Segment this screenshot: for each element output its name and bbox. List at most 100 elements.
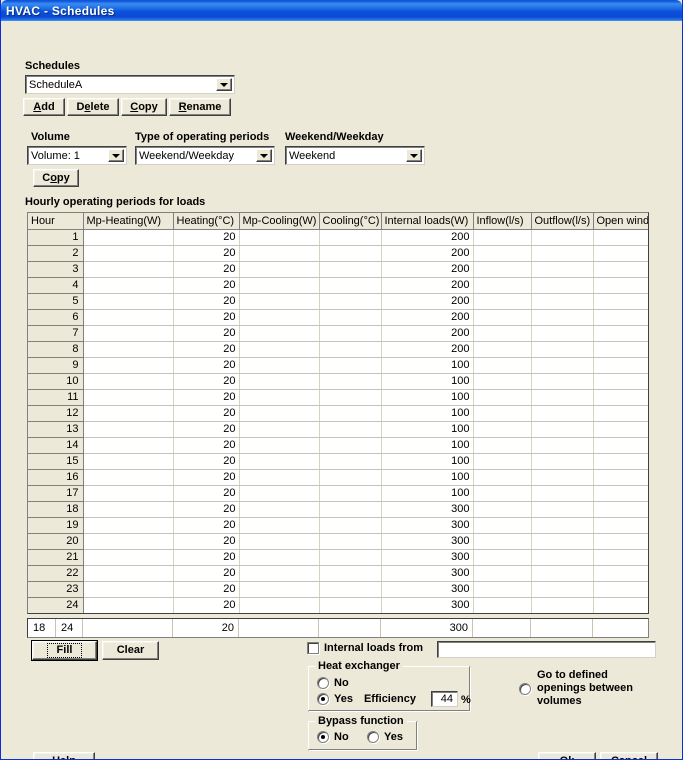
cell-cooling[interactable] [319,485,382,502]
cell-heating[interactable]: 20 [173,581,240,598]
cell-open-window[interactable] [593,437,648,454]
cell-open-window[interactable] [593,389,648,406]
cell-cooling[interactable] [319,357,382,374]
table-row[interactable]: 19 20 300 [28,517,648,534]
cell-outflow[interactable] [531,549,594,566]
cell-outflow[interactable] [531,421,594,438]
cell-inflow[interactable] [473,245,532,262]
copy-schedule-button[interactable]: Copy [121,98,167,116]
cell-inflow[interactable] [473,389,532,406]
cell-mp-cooling[interactable] [239,293,320,310]
table-row[interactable]: 5 20 200 [28,293,648,310]
cell-hour[interactable]: 11 [28,389,84,406]
chevron-down-icon[interactable] [406,149,422,162]
go-to-openings-radio[interactable] [519,682,531,695]
internal-loads-from-checkbox[interactable] [307,642,319,654]
cell-heating[interactable]: 20 [173,453,240,470]
table-row[interactable]: 9 20 100 [28,357,648,374]
cell-internal-loads[interactable]: 200 [381,245,474,262]
table-row[interactable]: 8 20 200 [28,341,648,358]
cell-outflow[interactable] [531,581,594,598]
cell-hour[interactable]: 15 [28,453,84,470]
cell-cooling[interactable] [319,533,382,550]
go-to-openings-option[interactable]: Go to defined openings between volumes [519,669,633,708]
volume-select[interactable]: Volume: 1 [27,146,127,165]
cell-open-window[interactable] [593,245,648,262]
table-row[interactable]: 2 20 200 [28,245,648,262]
cell-hour[interactable]: 21 [28,549,84,566]
table-row[interactable]: 6 20 200 [28,309,648,326]
col-mp-heating[interactable]: Mp-Heating(W) [83,213,174,230]
cell-mp-heating[interactable] [83,389,174,406]
cell-open-window[interactable] [593,549,648,566]
cell-internal-loads[interactable]: 200 [381,341,474,358]
cell-inflow[interactable] [473,453,532,470]
cell-inflow[interactable] [473,549,532,566]
cell-cooling[interactable] [319,277,382,294]
cell-internal-loads[interactable]: 200 [381,261,474,278]
cell-mp-heating[interactable] [83,293,174,310]
cell-hour[interactable]: 19 [28,517,84,534]
cell-internal-loads[interactable]: 200 [381,325,474,342]
window-titlebar[interactable]: HVAC - Schedules [1,0,682,21]
bypass-yes-radio[interactable] [367,731,379,743]
fill-edit-row[interactable]: 18 24 20 300 [27,618,649,638]
cancel-button[interactable]: Cancel [600,752,658,759]
cell-mp-cooling[interactable] [239,421,320,438]
cell-mp-heating[interactable] [83,325,174,342]
cell-inflow[interactable] [473,581,532,598]
cell-outflow[interactable] [531,405,594,422]
cell-cooling[interactable] [319,437,382,454]
table-row[interactable]: 16 20 100 [28,469,648,486]
cell-cooling[interactable] [319,325,382,342]
cell-hour[interactable]: 1 [28,229,84,246]
cell-mp-heating[interactable] [83,485,174,502]
cell-heating[interactable]: 20 [173,421,240,438]
cell-hour[interactable]: 6 [28,309,84,326]
table-row[interactable]: 20 20 300 [28,533,648,550]
cell-mp-cooling[interactable] [239,261,320,278]
cell-mp-heating[interactable] [83,277,174,294]
cell-mp-heating[interactable] [83,533,174,550]
cell-internal-loads[interactable]: 100 [381,389,474,406]
chevron-down-icon[interactable] [108,149,124,162]
cell-cooling[interactable] [319,421,382,438]
cell-mp-cooling[interactable] [239,325,320,342]
col-open-window[interactable]: Open window(%) [593,213,648,230]
cell-outflow[interactable] [531,533,594,550]
cell-outflow[interactable] [531,341,594,358]
cell-mp-cooling[interactable] [239,533,320,550]
cell-inflow[interactable] [473,373,532,390]
table-row[interactable]: 14 20 100 [28,437,648,454]
cell-outflow[interactable] [531,517,594,534]
heat-exchanger-no-radio[interactable] [317,677,329,689]
cell-heating[interactable]: 20 [173,597,240,613]
cell-mp-cooling[interactable] [239,405,320,422]
cell-internal-loads[interactable]: 100 [381,421,474,438]
cell-inflow[interactable] [473,357,532,374]
cell-outflow[interactable] [531,453,594,470]
cell-mp-cooling[interactable] [239,341,320,358]
cell-internal-loads[interactable]: 100 [381,405,474,422]
cell-mp-heating[interactable] [83,501,174,518]
cell-hour[interactable]: 5 [28,293,84,310]
cell-cooling[interactable] [319,229,382,246]
cell-heating[interactable]: 20 [173,357,240,374]
cell-mp-heating[interactable] [83,309,174,326]
delete-button[interactable]: Delete [67,98,119,116]
cell-inflow[interactable] [473,277,532,294]
cell-outflow[interactable] [531,277,594,294]
cell-mp-heating[interactable] [83,245,174,262]
add-button[interactable]: Add [23,98,65,116]
cell-outflow[interactable] [531,437,594,454]
cell-heating[interactable]: 20 [173,277,240,294]
table-row[interactable]: 10 20 100 [28,373,648,390]
cell-inflow[interactable] [473,309,532,326]
cell-mp-heating[interactable] [83,469,174,486]
col-inflow[interactable]: Inflow(l/s) [473,213,532,230]
cell-heating[interactable]: 20 [173,229,240,246]
cell-outflow[interactable] [531,565,594,582]
cell-mp-heating[interactable] [83,453,174,470]
internal-loads-from-input[interactable] [437,641,656,658]
bypass-no-option[interactable]: No [317,731,349,743]
